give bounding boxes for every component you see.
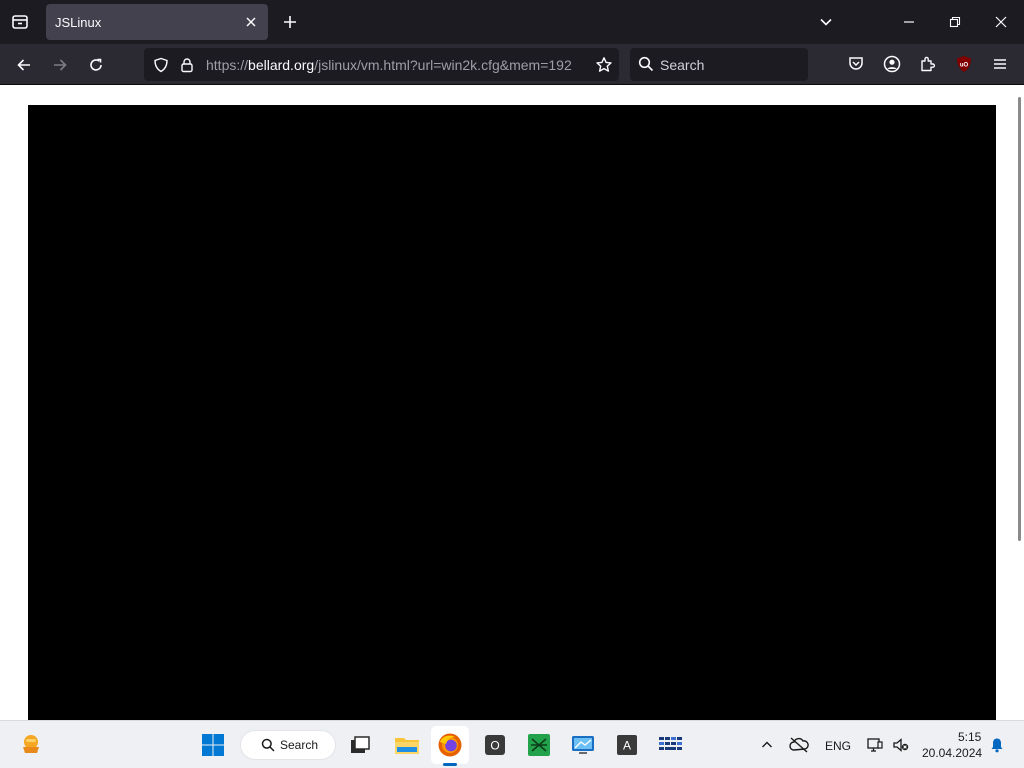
notification-bell-icon[interactable] <box>984 729 1010 761</box>
close-window-icon[interactable] <box>986 8 1016 36</box>
font-viewer-icon[interactable]: A <box>611 729 643 761</box>
remote-desktop-icon[interactable] <box>567 729 599 761</box>
web-page <box>0 86 1024 720</box>
weather-widget-icon[interactable] <box>15 729 47 761</box>
clock-date[interactable]: 20.04.2024 <box>922 746 982 760</box>
chevron-up-icon[interactable] <box>754 729 780 761</box>
url-bar[interactable]: https://bellard.org/jslinux/vm.html?url=… <box>144 48 619 81</box>
active-app-indicator <box>443 763 457 766</box>
task-view-icon[interactable] <box>344 729 376 761</box>
file-explorer-icon[interactable] <box>391 729 423 761</box>
svg-text:uO: uO <box>960 63 969 69</box>
url-scheme: https:// <box>206 57 249 73</box>
svg-text:A: A <box>623 739 631 753</box>
tab-bar: JSLinux <box>0 0 1024 44</box>
account-icon[interactable] <box>878 50 906 78</box>
network-icon[interactable] <box>862 729 888 761</box>
xbox-app-icon[interactable] <box>523 729 555 761</box>
search-placeholder: Search <box>660 57 705 73</box>
search-icon <box>260 737 276 753</box>
tracking-protection-shield-icon[interactable] <box>150 54 172 76</box>
back-icon[interactable] <box>9 50 39 80</box>
search-icon <box>636 54 656 74</box>
minimize-icon[interactable] <box>894 8 924 36</box>
forward-icon <box>45 50 75 80</box>
vm-display-canvas[interactable] <box>28 105 996 720</box>
obs-studio-icon[interactable]: O <box>479 729 511 761</box>
tab-jslinux[interactable]: JSLinux <box>46 4 268 40</box>
list-all-tabs-icon[interactable] <box>6 8 34 36</box>
reload-icon[interactable] <box>81 50 111 80</box>
tab-list-dropdown-icon[interactable] <box>812 8 840 36</box>
lock-icon[interactable] <box>176 54 198 76</box>
firefox-icon[interactable] <box>434 729 466 761</box>
taskbar-search-label: Search <box>280 738 319 752</box>
search-bar[interactable]: Search <box>630 48 808 81</box>
start-button[interactable] <box>197 729 229 761</box>
pocket-icon[interactable] <box>842 50 870 78</box>
language-indicator[interactable]: ENG <box>825 739 851 753</box>
page-scrollbar[interactable] <box>1018 97 1021 541</box>
close-tab-icon[interactable] <box>240 11 262 33</box>
clock-time[interactable]: 5:15 <box>958 730 981 744</box>
url-text[interactable]: https://bellard.org/jslinux/vm.html?url=… <box>206 57 586 73</box>
taskbar: Search O A ENG 5:15 20.04.2024 <box>0 720 1024 768</box>
menu-icon[interactable] <box>986 50 1014 78</box>
url-path: /jslinux/vm.html?url=win2k.cfg&mem=192 <box>314 57 572 73</box>
keyboard-app-icon[interactable] <box>655 729 687 761</box>
extensions-icon[interactable] <box>914 50 942 78</box>
tab-title: JSLinux <box>55 15 102 30</box>
restore-icon[interactable] <box>940 8 970 36</box>
new-tab-icon[interactable] <box>276 8 304 36</box>
taskbar-search-box[interactable]: Search <box>240 730 336 760</box>
ublock-origin-icon[interactable]: uO <box>950 50 978 78</box>
svg-text:O: O <box>490 739 499 753</box>
bookmark-star-icon[interactable] <box>592 53 616 77</box>
volume-muted-icon[interactable] <box>888 729 914 761</box>
url-host: bellard.org <box>248 57 315 73</box>
onedrive-offline-icon[interactable] <box>786 729 812 761</box>
